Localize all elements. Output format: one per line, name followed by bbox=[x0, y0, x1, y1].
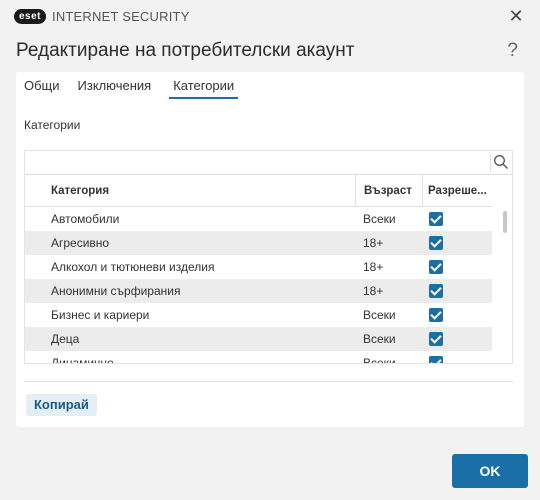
cell-age: 18+ bbox=[363, 260, 384, 274]
tab-bar: Общи Изключения Категории bbox=[24, 78, 239, 99]
cell-category: Автомобили bbox=[51, 212, 120, 226]
cell-age: 18+ bbox=[363, 236, 384, 250]
table-row[interactable]: Деца Всеки bbox=[25, 327, 492, 351]
allowed-checkbox[interactable] bbox=[429, 356, 443, 363]
table-row[interactable]: Автомобили Всеки bbox=[25, 207, 492, 231]
tab-categories[interactable]: Категории bbox=[169, 78, 239, 99]
table-row[interactable]: Бизнес и кариери Всеки bbox=[25, 303, 492, 327]
cell-age: Всеки bbox=[363, 332, 396, 346]
table-row[interactable]: Динамично Всеки bbox=[25, 351, 492, 364]
brand: eset INTERNET SECURITY bbox=[14, 8, 190, 24]
tab-general[interactable]: Общи bbox=[24, 78, 60, 99]
cell-age: Всеки bbox=[363, 212, 396, 226]
ok-button[interactable]: OK bbox=[452, 454, 528, 488]
cell-category: Динамично bbox=[51, 356, 114, 364]
cell-category: Агресивно bbox=[51, 236, 110, 250]
close-icon[interactable]: ✕ bbox=[506, 6, 526, 26]
allowed-checkbox[interactable] bbox=[429, 236, 443, 250]
cell-category: Анонимни сърфирания bbox=[51, 284, 181, 298]
header-allowed[interactable]: Разреше... bbox=[422, 175, 492, 206]
table-scrollbar[interactable] bbox=[503, 211, 507, 233]
table-header: Категория Възраст Разреше... bbox=[25, 175, 492, 207]
allowed-checkbox[interactable] bbox=[429, 332, 443, 346]
section-label: Категории bbox=[24, 118, 81, 132]
dialog-title: Редактиране на потребителски акаунт bbox=[16, 40, 355, 61]
cell-category: Алкохол и тютюневи изделия bbox=[51, 260, 215, 274]
allowed-checkbox[interactable] bbox=[429, 260, 443, 274]
eset-logo: eset bbox=[14, 8, 47, 24]
cell-age: 18+ bbox=[363, 284, 384, 298]
tab-exclusions[interactable]: Изключения bbox=[78, 78, 152, 99]
table-body: Автомобили Всеки Агресивно 18+ Алкохол и… bbox=[25, 207, 492, 364]
header-age[interactable]: Възраст bbox=[355, 175, 422, 206]
title-bar: eset INTERNET SECURITY ✕ bbox=[0, 0, 540, 32]
table-row[interactable]: Агресивно 18+ bbox=[25, 231, 492, 255]
content-panel: Общи Изключения Категории Категории Кате… bbox=[16, 72, 524, 427]
allowed-checkbox[interactable] bbox=[429, 284, 443, 298]
cell-age: Всеки bbox=[363, 308, 396, 322]
allowed-checkbox[interactable] bbox=[429, 212, 443, 226]
search-input[interactable] bbox=[29, 153, 485, 173]
allowed-checkbox[interactable] bbox=[429, 308, 443, 322]
copy-button[interactable]: Копирай bbox=[26, 394, 97, 416]
divider bbox=[24, 381, 513, 382]
cell-category: Бизнес и кариери bbox=[51, 308, 150, 322]
search-icon[interactable] bbox=[490, 154, 508, 172]
cell-age: Всеки bbox=[363, 356, 396, 364]
table-row[interactable]: Алкохол и тютюневи изделия 18+ bbox=[25, 255, 492, 279]
product-name: INTERNET SECURITY bbox=[52, 8, 190, 24]
cell-category: Деца bbox=[51, 332, 80, 346]
help-icon[interactable]: ? bbox=[507, 40, 518, 62]
search-row bbox=[25, 151, 512, 175]
categories-table: Категория Възраст Разреше... Автомобили … bbox=[24, 150, 513, 364]
table-row[interactable]: Анонимни сърфирания 18+ bbox=[25, 279, 492, 303]
header-category[interactable]: Категория bbox=[25, 185, 355, 197]
